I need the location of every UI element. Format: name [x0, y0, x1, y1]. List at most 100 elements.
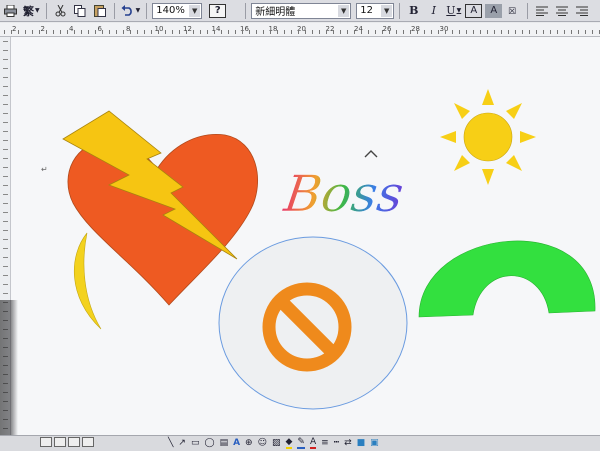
ruler-tick-mark	[410, 30, 411, 34]
chevron-down-icon: ▼	[338, 4, 350, 17]
ruler-tick-mark	[536, 30, 537, 34]
dash-style-icon[interactable]: ┅	[334, 438, 339, 448]
zoom-select[interactable]: 140% ▼	[152, 2, 203, 19]
diagram-tool-icon[interactable]: ⊕	[245, 438, 253, 448]
ruler-tick-mark	[529, 30, 530, 34]
ruler-tick-mark	[60, 30, 61, 34]
wordart-tool-icon[interactable]: A	[233, 438, 240, 448]
fill-color-icon[interactable]: ◆	[285, 437, 293, 449]
ruler-tick-mark	[186, 30, 187, 34]
ruler-tick-mark	[3, 248, 8, 249]
bold-button[interactable]: B	[405, 2, 422, 19]
character-scale-button[interactable]: ☒	[505, 2, 522, 19]
ruler-tick-mark	[592, 30, 593, 34]
paste-button[interactable]	[92, 2, 109, 19]
line-tool-icon[interactable]: ╲	[168, 438, 173, 448]
font-size-value: 12	[360, 5, 373, 16]
align-right-button[interactable]	[573, 2, 590, 19]
ruler-tick-mark	[396, 30, 397, 34]
sun-shape[interactable]	[440, 89, 536, 185]
help-button[interactable]: ?	[209, 3, 227, 18]
ruler-tick-mark	[3, 140, 8, 141]
align-left-button[interactable]	[533, 2, 550, 19]
ruler-tick-mark	[11, 30, 12, 34]
circle-outline-shape[interactable]	[218, 236, 408, 410]
printer-icon[interactable]	[2, 2, 19, 19]
ruler-tick-mark	[256, 30, 257, 34]
line-style-icon[interactable]: ≡	[321, 438, 329, 448]
line-color-icon[interactable]: ✎	[297, 437, 305, 449]
moon-shape[interactable]	[73, 232, 102, 330]
ruler-tick-mark	[501, 30, 502, 34]
heart-shape[interactable]	[67, 133, 258, 306]
formatting-toolbar: 繁 ▼ ▼ 140% ▼ ? 新細明體 ▼ 12 ▼ B I U ▼ A A ☒	[0, 0, 600, 22]
toolbar-divider	[399, 2, 401, 19]
ruler-tick-mark	[249, 30, 250, 34]
chinese-conversion-button[interactable]: 繁 ▼	[22, 2, 41, 19]
chevron-down-icon: ▼	[189, 4, 201, 17]
shadow-icon[interactable]: ■	[357, 438, 366, 448]
arch-shape[interactable]	[418, 240, 596, 318]
underline-label: U	[446, 4, 456, 17]
chevron-down-icon: ▼	[135, 7, 141, 14]
ruler-tick-mark	[116, 30, 117, 34]
ruler-tick-mark	[263, 30, 264, 34]
font-color-button[interactable]: A	[309, 437, 317, 449]
wordart-adjust-handle[interactable]	[364, 150, 378, 158]
character-border-button[interactable]: A	[465, 3, 483, 18]
ruler-tick-mark	[3, 293, 8, 294]
ruler-tick-mark	[3, 176, 8, 177]
ruler-tick-mark	[333, 30, 334, 34]
ruler-tick-label: 2	[12, 25, 17, 33]
ruler-tick-label: 14	[211, 25, 221, 33]
ruler-tick-mark	[39, 30, 40, 34]
chevron-down-icon: ▼	[381, 4, 393, 17]
ruler-tick-mark	[4, 30, 5, 34]
3d-icon[interactable]: ▣	[370, 438, 379, 448]
ruler-tick-mark	[417, 30, 418, 34]
wordart-boss[interactable]: Boss	[280, 164, 408, 223]
ruler-tick-mark	[74, 30, 75, 34]
copy-button[interactable]	[72, 2, 89, 19]
ruler-tick-mark	[3, 212, 8, 213]
align-center-button[interactable]	[553, 2, 570, 19]
italic-button[interactable]: I	[425, 2, 442, 19]
print-view-button[interactable]	[68, 437, 80, 447]
ruler-tick-mark	[445, 30, 446, 34]
ruler-tick-mark	[144, 30, 145, 34]
ruler-tick-mark	[354, 30, 355, 34]
rectangle-tool-icon[interactable]: ▭	[191, 438, 200, 448]
svg-text:☒: ☒	[508, 7, 516, 16]
picture-tool-icon[interactable]: ▨	[272, 438, 281, 448]
font-size-select[interactable]: 12 ▼	[356, 2, 395, 19]
underline-button[interactable]: U ▼	[445, 2, 462, 19]
paragraph-mark: ↵	[41, 165, 48, 174]
normal-view-button[interactable]	[40, 437, 52, 447]
arrow-style-icon[interactable]: ⇄	[344, 438, 352, 448]
ruler-tick-mark	[3, 50, 8, 51]
web-view-button[interactable]	[54, 437, 66, 447]
font-name-select[interactable]: 新細明體 ▼	[251, 2, 352, 19]
cut-button[interactable]	[52, 2, 69, 19]
ruler-tick-mark	[508, 30, 509, 34]
clipart-tool-icon[interactable]: ☺	[258, 438, 267, 448]
ruler-tick-mark	[431, 30, 432, 34]
ruler-tick-mark	[326, 30, 327, 34]
ruler-tick-mark	[3, 275, 8, 276]
ruler-tick-mark	[368, 30, 369, 34]
ruler-tick-mark	[172, 30, 173, 34]
character-shading-button[interactable]: A	[485, 3, 503, 18]
horizontal-ruler[interactable]: 2 2 4 6 8 10 12 14 16 18 20 22 24 26 28 30	[0, 23, 600, 37]
textbox-tool-icon[interactable]: ▤	[220, 438, 229, 448]
arrow-tool-icon[interactable]: ↗	[178, 438, 186, 448]
ruler-tick-mark	[130, 30, 131, 34]
document-page[interactable]: Boss ↵	[11, 37, 600, 435]
toolbar-divider	[113, 2, 115, 19]
oval-tool-icon[interactable]: ◯	[204, 438, 214, 448]
outline-view-button[interactable]	[82, 437, 94, 447]
toolbar-divider	[146, 2, 148, 19]
undo-button[interactable]: ▼	[120, 2, 142, 19]
ruler-tick-mark	[494, 30, 495, 34]
ruler-tick-mark	[291, 30, 292, 34]
ruler-tick-mark	[340, 30, 341, 34]
